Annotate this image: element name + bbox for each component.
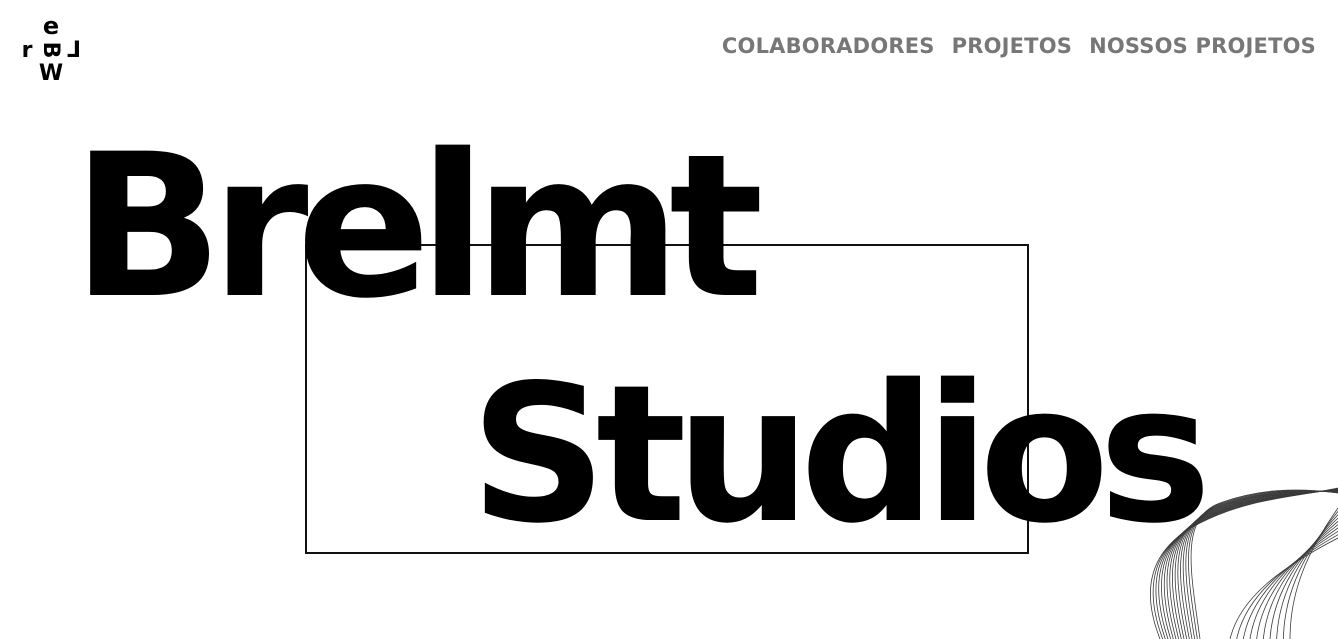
- hero-title-line1: Brelmt: [72, 111, 764, 342]
- wave-lines-decoration: [1149, 487, 1338, 639]
- brand-logo[interactable]: e r B L W: [18, 12, 84, 84]
- wave-line: [1169, 489, 1338, 639]
- landing-page: e r B L W COLABORADORES PROJETOS NOSSOS …: [0, 0, 1338, 639]
- wave-line: [1174, 490, 1338, 639]
- nav-link-colaboradores[interactable]: COLABORADORES: [722, 34, 935, 58]
- wave-line: [1282, 511, 1338, 639]
- wave-line: [1269, 517, 1338, 639]
- nav-link-nossos-projetos[interactable]: NOSSOS PROJETOS: [1089, 34, 1316, 58]
- logo-glyph-center: B: [38, 42, 63, 59]
- wave-line: [1166, 489, 1338, 639]
- main-nav: COLABORADORES PROJETOS NOSSOS PROJETOS: [722, 34, 1316, 58]
- wave-line: [1236, 534, 1338, 639]
- wave-line: [1163, 489, 1338, 639]
- logo-mark-icon: e r B L W: [22, 12, 81, 84]
- hero-title-line2: Studios: [470, 344, 1212, 565]
- logo-glyph-top: e: [43, 12, 59, 40]
- logo-glyph-left: r: [22, 38, 33, 63]
- wave-line: [1177, 490, 1338, 639]
- logo-glyph-right: L: [67, 38, 81, 63]
- nav-link-projetos[interactable]: PROJETOS: [952, 34, 1072, 58]
- logo-glyph-bottom: W: [39, 61, 63, 84]
